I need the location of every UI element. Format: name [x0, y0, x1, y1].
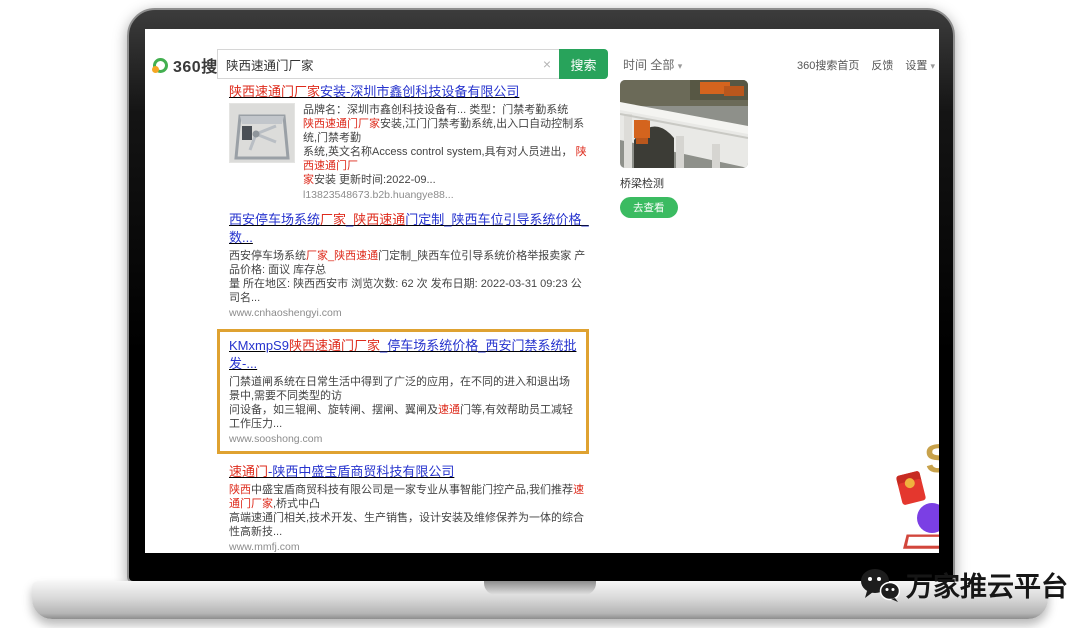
wechat-icon [860, 568, 900, 602]
text-segment: 门禁道闸系统在日常生活中得到了广泛的应用，在不同的进入和退出场景中,需要不同类型… [229, 376, 570, 402]
result-url: www.sooshong.com [229, 432, 577, 446]
text-segment: 陕西 [229, 484, 251, 496]
url-text: www.mmfj.com [229, 541, 300, 553]
search-result: 速通门-陕西中盛宝盾商贸科技有限公司陕西中盛宝盾商贸科技有限公司是一家专业从事智… [229, 463, 589, 553]
page: 360搜索 × 搜索 时间 全部 ▾ 360搜索首页 反馈 设置 ▾ [0, 0, 1080, 628]
sidebar-caption: 桥梁检测 [620, 175, 748, 191]
watermark: 万家推云平台 [860, 565, 1068, 604]
text-segment: 量 所在地区: 陕西西安市 浏览次数: 62 次 发布日期: 2022-03-3… [229, 278, 582, 304]
text-segment: -陕西中盛宝盾商贸科技有限公司 [268, 464, 454, 479]
text-segment: 西安停车场系统 [229, 212, 320, 227]
search-result: 西安停车场系统厂家_陕西速通门定制_陕西车位引导系统价格_数...西安停车场系统… [229, 211, 589, 320]
text-segment: 品牌名：深圳市鑫创科技设备有... 类型：门禁考勤系统 [303, 104, 568, 116]
description-line: 问设备，如三辊闸、旋转闸、摆闸、翼闸及速通门等,有效帮助员工减轻工作压力... [229, 403, 577, 431]
view-button[interactable]: 去查看 [620, 197, 678, 218]
result-title-link[interactable]: 西安停车场系统厂家_陕西速通门定制_陕西车位引导系统价格_数... [229, 211, 589, 247]
description-line: 系统,英文名称Access control system,具有对人员进出， 陕西… [303, 145, 589, 173]
result-url: www.mmfj.com [229, 540, 589, 553]
description-line: 品牌名：深圳市鑫创科技设备有... 类型：门禁考勤系统 [303, 103, 589, 117]
description-line: 量 所在地区: 陕西西安市 浏览次数: 62 次 发布日期: 2022-03-3… [229, 277, 589, 305]
description-line: 门禁道闸系统在日常生活中得到了广泛的应用，在不同的进入和退出场景中,需要不同类型… [229, 375, 577, 403]
text-segment: 西安停车场系统 [229, 250, 306, 262]
text-segment: 厂家 [320, 212, 346, 227]
nav-settings-label: 设置 [905, 60, 927, 72]
results-list: 陕西速通门厂家安装-深圳市鑫创科技设备有限公司品牌名：深圳市鑫创科技设备有...… [229, 83, 589, 553]
result-body: 门禁道闸系统在日常生活中得到了广泛的应用，在不同的进入和退出场景中,需要不同类型… [229, 375, 577, 446]
search-input[interactable] [218, 57, 535, 71]
result-body: 陕西中盛宝盾商贸科技有限公司是一家专业从事智能门控产品,我们推荐速通门厂家,桥式… [229, 483, 589, 553]
description-line: 家安装 更新时间:2022-09... [303, 173, 589, 187]
search-button[interactable]: 搜索 [559, 49, 608, 79]
chevron-down-icon: ▾ [930, 61, 935, 71]
text-segment: KMxmpS9 [229, 338, 289, 353]
text-segment: 安装 更新时间:2022-09... [314, 174, 436, 186]
purple-ball-icon [917, 503, 939, 533]
laptop-bezel: 360搜索 × 搜索 时间 全部 ▾ 360搜索首页 反馈 设置 ▾ [127, 8, 955, 583]
text-segment: 问设备，如三辊闸、旋转闸、摆闸、翼闸及 [229, 404, 438, 416]
result-url: www.cnhaoshengyi.com [229, 306, 589, 320]
open-box-icon [903, 535, 939, 549]
result-body: 品牌名：深圳市鑫创科技设备有... 类型：门禁考勤系统陕西速通门厂家安装,江门门… [229, 103, 589, 202]
description-line: 高端速通门相关,技术开发、生产销售，设计安装及维修保养为一体的综合性高新技... [229, 511, 589, 539]
chevron-down-icon: ▾ [678, 61, 683, 71]
bridge-photo-thumbnail[interactable] [620, 80, 748, 168]
top-nav: 360搜索首页 反馈 设置 ▾ [797, 57, 935, 73]
text-segment: 系统,英文名称Access control system,具有对人员进出， [303, 146, 576, 158]
description-line: 陕西速通门厂家安装,江门门禁考勤系统,出入口自动控制系统,门禁考勤 [303, 117, 589, 145]
sidebar: 桥梁检测 去查看 [620, 80, 748, 218]
text-segment: 陕西速通门厂家 [229, 84, 320, 99]
text-segment: 中盛宝盾商贸科技有限公司是一家专业从事智能门控产品,我们推荐 [251, 484, 573, 496]
text-segment: 厂家_陕西速通 [306, 250, 378, 262]
time-filter-dropdown[interactable]: 时间 全部 ▾ [623, 56, 682, 73]
result-title-link[interactable]: KMxmpS9陕西速通门厂家_停车场系统价格_西安门禁系统批发-... [229, 337, 577, 373]
result-title-link[interactable]: 速通门-陕西中盛宝盾商贸科技有限公司 [229, 463, 454, 481]
text-segment: 高端速通门相关,技术开发、生产销售，设计安装及维修保养为一体的综合性高新技... [229, 512, 584, 538]
text-segment: 陕西速通门厂家 [303, 118, 380, 130]
nav-settings-link[interactable]: 设置 ▾ [905, 57, 935, 73]
nav-home-link[interactable]: 360搜索首页 [797, 57, 859, 73]
result-url: l13823548673.b2b.huangye88... [303, 188, 589, 202]
url-text: www.cnhaoshengyi.com [229, 307, 342, 319]
gold-badge-icon: S [923, 436, 939, 484]
red-envelope-icon [896, 471, 927, 506]
search-result: 陕西速通门厂家安装-深圳市鑫创科技设备有限公司品牌名：深圳市鑫创科技设备有...… [229, 83, 589, 202]
text-segment: 家 [303, 174, 314, 186]
result-title-link[interactable]: 陕西速通门厂家安装-深圳市鑫创科技设备有限公司 [229, 83, 519, 101]
promo-float-widget: S [897, 437, 939, 553]
nav-feedback-link[interactable]: 反馈 [871, 57, 893, 73]
turnstile-thumbnail[interactable] [229, 103, 295, 163]
text-segment: 速通 [438, 404, 460, 416]
text-segment: 速通门 [229, 464, 268, 479]
bridge-illustration [620, 80, 748, 168]
result-description: 西安停车场系统厂家_陕西速通门定制_陕西车位引导系统价格举报卖家 产品价格: 面… [229, 249, 589, 320]
time-filter-label: 时间 [623, 58, 647, 72]
result-description: 门禁道闸系统在日常生活中得到了广泛的应用，在不同的进入和退出场景中,需要不同类型… [229, 375, 577, 446]
laptop-base-notch [484, 581, 596, 595]
url-text: l13823548673.b2b.huangye88... [303, 189, 454, 201]
description-line: 西安停车场系统厂家_陕西速通门定制_陕西车位引导系统价格举报卖家 产品价格: 面… [229, 249, 589, 277]
url-text: www.sooshong.com [229, 433, 322, 445]
360-logo-icon [153, 58, 168, 73]
clear-search-icon[interactable]: × [535, 56, 559, 72]
watermark-text: 万家推云平台 [906, 565, 1068, 604]
result-description: 品牌名：深圳市鑫创科技设备有... 类型：门禁考勤系统陕西速通门厂家安装,江门门… [303, 103, 589, 202]
browser-screenshot: 360搜索 × 搜索 时间 全部 ▾ 360搜索首页 反馈 设置 ▾ [145, 29, 939, 553]
text-segment: 陕西速通门厂家 [289, 338, 380, 353]
text-segment: 陕西速通 [353, 212, 405, 227]
time-filter-value: 全部 [650, 58, 674, 72]
search-box: × [217, 49, 559, 79]
text-segment: 安装-深圳市鑫创科技设备有限公司 [320, 84, 519, 99]
result-description: 陕西中盛宝盾商贸科技有限公司是一家专业从事智能门控产品,我们推荐速通门厂家,桥式… [229, 483, 589, 553]
text-segment: ,桥式中凸 [273, 498, 320, 510]
search-result: KMxmpS9陕西速通门厂家_停车场系统价格_西安门禁系统批发-... 门禁道闸系… [217, 329, 589, 454]
description-line: 陕西中盛宝盾商贸科技有限公司是一家专业从事智能门控产品,我们推荐速通门厂家,桥式… [229, 483, 589, 511]
result-body: 西安停车场系统厂家_陕西速通门定制_陕西车位引导系统价格举报卖家 产品价格: 面… [229, 249, 589, 320]
